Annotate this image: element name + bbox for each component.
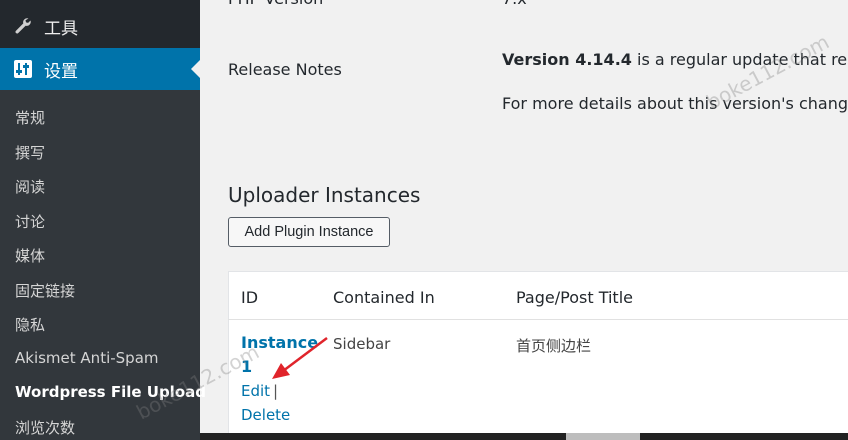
annotation-arrow-icon xyxy=(272,337,328,379)
bottom-scroll-indicator xyxy=(566,433,640,440)
bottom-bar xyxy=(200,433,848,440)
